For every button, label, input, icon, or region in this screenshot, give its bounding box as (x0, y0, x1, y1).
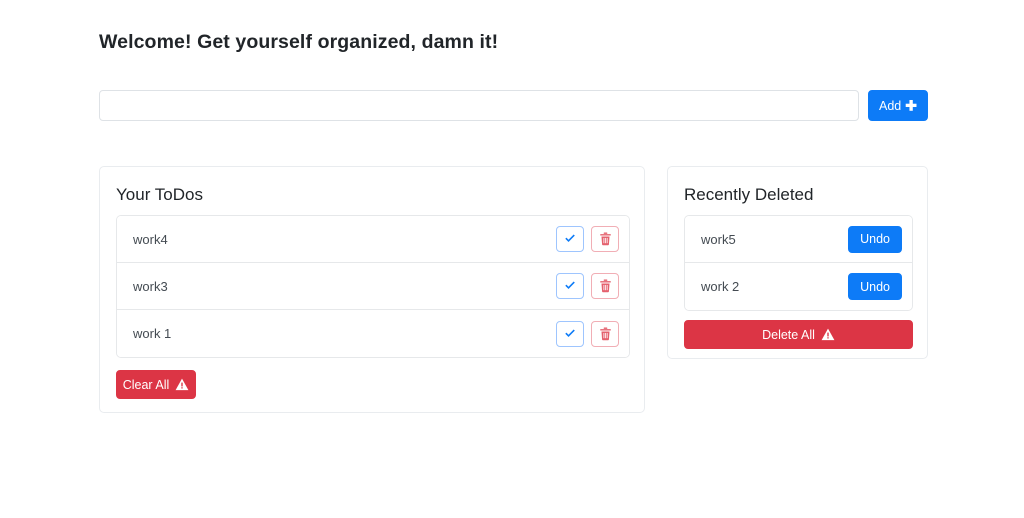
todo-item-actions (556, 226, 619, 252)
table-row: work 1 (117, 310, 629, 357)
check-icon (565, 281, 575, 289)
deleted-item-label: work 2 (701, 279, 740, 294)
delete-todo-button[interactable] (591, 226, 619, 252)
todos-card-title: Your ToDos (116, 185, 203, 204)
clear-all-button[interactable]: Clear All (116, 370, 196, 399)
undo-button[interactable]: Undo (848, 273, 902, 300)
undo-button[interactable]: Undo (848, 225, 902, 253)
todo-item-label: work4 (133, 231, 168, 247)
todo-item-actions (556, 273, 619, 299)
recently-deleted-card: Recently Deleted work5 Undo work 2 Undo … (667, 166, 928, 359)
todo-item-actions (556, 320, 619, 347)
trash-icon (599, 279, 611, 293)
delete-todo-button[interactable] (591, 320, 619, 347)
table-row: work3 (117, 263, 629, 310)
plus-icon: ✚ (905, 97, 917, 113)
warning-triangle-icon (821, 328, 835, 341)
new-todo-input[interactable] (99, 90, 859, 121)
add-todo-button[interactable]: Add ✚ (868, 90, 928, 121)
complete-todo-button[interactable] (556, 273, 584, 299)
warning-triangle-icon (175, 378, 189, 391)
deleted-list: work5 Undo work 2 Undo (684, 215, 913, 311)
check-icon (565, 234, 575, 242)
recently-deleted-card-title: Recently Deleted (684, 185, 814, 204)
todos-list: work4 work3 work 1 (116, 215, 630, 358)
delete-all-label: Delete All (762, 327, 815, 342)
add-todo-row: Add ✚ (99, 90, 928, 121)
delete-todo-button[interactable] (591, 273, 619, 299)
clear-all-label: Clear All (122, 377, 170, 392)
todo-item-label: work3 (133, 278, 168, 294)
todos-card: Your ToDos work4 work3 work 1 Clear All (99, 166, 645, 413)
complete-todo-button[interactable] (556, 320, 584, 347)
table-row: work4 (117, 216, 629, 263)
todo-item-label: work 1 (133, 326, 172, 341)
delete-all-button[interactable]: Delete All (684, 320, 913, 349)
add-button-label: Add (879, 98, 902, 113)
complete-todo-button[interactable] (556, 226, 584, 252)
trash-icon (599, 327, 611, 340)
list-item: work 2 Undo (685, 263, 912, 310)
list-item: work5 Undo (685, 216, 912, 263)
deleted-item-label: work5 (701, 231, 736, 247)
page-title: Welcome! Get yourself organized, damn it… (99, 31, 499, 53)
todo-app-page: Welcome! Get yourself organized, damn it… (0, 0, 1024, 518)
check-icon (565, 329, 575, 337)
trash-icon (599, 232, 611, 246)
